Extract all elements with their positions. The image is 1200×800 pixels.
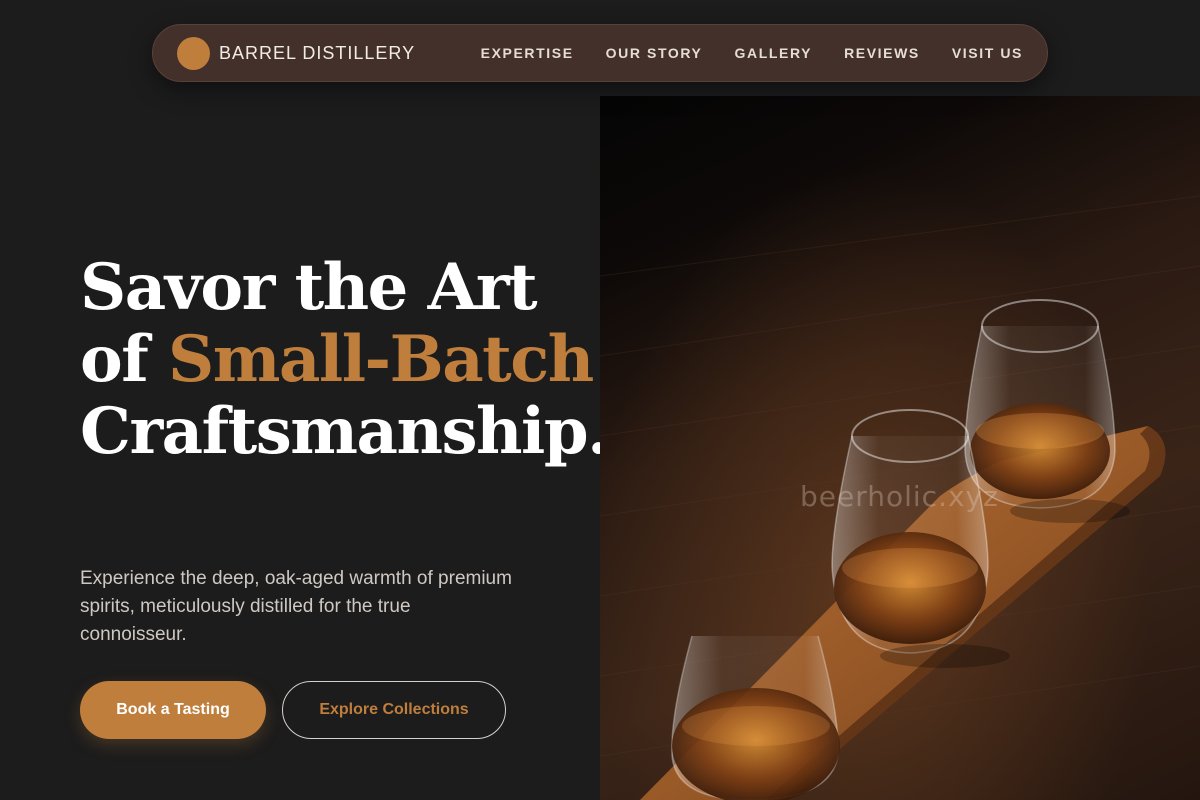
- hero-image: beerholic.xyz: [600, 96, 1200, 800]
- nav-links: EXPERTISE OUR STORY GALLERY REVIEWS VISI…: [481, 45, 1023, 61]
- book-tasting-button[interactable]: Book a Tasting: [80, 681, 266, 739]
- nav-link-our-story[interactable]: OUR STORY: [606, 45, 703, 61]
- hero-title-line1: Savor the Art: [80, 250, 538, 325]
- brand-name: BARREL DISTILLERY: [219, 42, 416, 63]
- whiskey-flight-illustration: [600, 195, 1200, 800]
- brand-logo-icon: [177, 36, 210, 70]
- top-navbar: BARREL DISTILLERY EXPERTISE OUR STORY GA…: [152, 24, 1048, 82]
- hero-title-last: Craftsmanship.: [80, 394, 609, 469]
- nav-link-reviews[interactable]: REVIEWS: [844, 45, 920, 61]
- nav-link-expertise[interactable]: EXPERTISE: [481, 45, 574, 61]
- nav-link-visit-us[interactable]: VISIT US: [952, 45, 1023, 61]
- explore-collections-button[interactable]: Explore Collections: [282, 681, 506, 739]
- hero-title-of: of: [80, 322, 168, 397]
- hero-subtitle: Experience the deep, oak-aged warmth of …: [80, 568, 512, 645]
- image-watermark: beerholic.xyz: [800, 480, 999, 513]
- hero-title-accent: Small-Batch: [168, 322, 594, 397]
- brand[interactable]: BARREL DISTILLERY: [177, 36, 416, 70]
- page: BARREL DISTILLERY EXPERTISE OUR STORY GA…: [0, 0, 1200, 800]
- hero-title: Savor the Art of Small-Batch Craftsmanship…: [80, 252, 620, 468]
- nav-link-gallery[interactable]: GALLERY: [735, 45, 813, 61]
